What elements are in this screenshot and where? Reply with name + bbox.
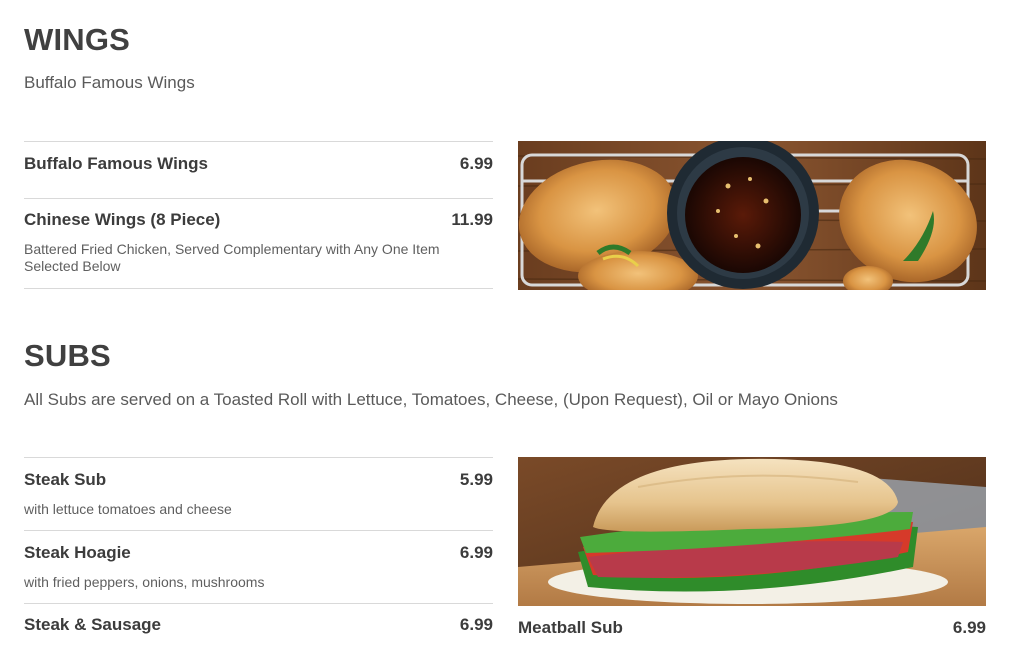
item-description: with lettuce tomatoes and cheese xyxy=(24,501,232,517)
subs-menu-list: Steak Sub 5.99 with lettuce tomatoes and… xyxy=(24,457,493,644)
wings-photo xyxy=(518,141,986,290)
section-title-subs: SUBS xyxy=(24,338,111,373)
item-name: Steak Sub xyxy=(24,470,107,489)
subs-photo[interactable] xyxy=(518,457,986,606)
item-price: 6.99 xyxy=(459,154,493,173)
menu-item-steak-sub[interactable]: Steak Sub 5.99 with lettuce tomatoes and… xyxy=(24,457,493,530)
item-description: Battered Fried Chicken, Served Complemen… xyxy=(24,241,440,274)
featured-item-price: 6.99 xyxy=(952,618,986,637)
section-title-wings: WINGS xyxy=(24,22,131,57)
item-price: 6.99 xyxy=(459,543,493,562)
featured-item-name[interactable]: Meatball Sub xyxy=(518,618,623,638)
wings-menu-list: Buffalo Famous Wings 6.99 Chinese Wings … xyxy=(24,141,493,289)
menu-item-buffalo-famous-wings[interactable]: Buffalo Famous Wings 6.99 xyxy=(24,141,493,198)
section-description-subs: All Subs are served on a Toasted Roll wi… xyxy=(24,390,838,409)
item-price: 5.99 xyxy=(459,470,493,489)
item-description: with fried peppers, onions, mushrooms xyxy=(24,574,265,590)
item-price: 6.99 xyxy=(459,615,493,634)
item-price: 11.99 xyxy=(451,210,493,229)
menu-item-steak-and-sausage[interactable]: Steak & Sausage 6.99 xyxy=(24,603,493,644)
section-description-wings: Buffalo Famous Wings xyxy=(24,73,195,92)
item-name: Steak & Sausage xyxy=(24,615,162,634)
menu-item-chinese-wings[interactable]: Chinese Wings (8 Piece) 11.99 Battered F… xyxy=(24,198,493,289)
item-name: Chinese Wings (8 Piece) xyxy=(24,210,221,229)
item-name: Steak Hoagie xyxy=(24,543,131,562)
item-name: Buffalo Famous Wings xyxy=(24,154,209,173)
menu-item-steak-hoagie[interactable]: Steak Hoagie 6.99 with fried peppers, on… xyxy=(24,530,493,603)
